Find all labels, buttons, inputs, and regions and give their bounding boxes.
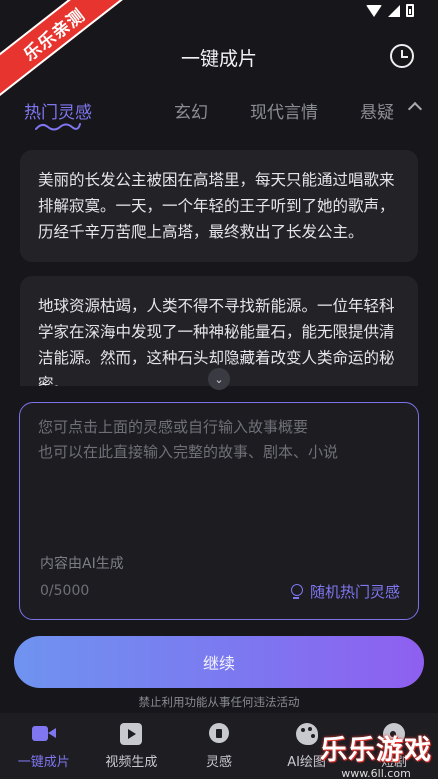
site-watermark: 乐乐游戏 www.6ll.com — [320, 728, 432, 779]
tab-suspense[interactable]: 悬疑 — [360, 98, 394, 123]
expand-down-icon[interactable]: ⌄ — [208, 368, 230, 390]
cellular-signal-icon — [388, 4, 400, 17]
story-input[interactable] — [38, 415, 404, 545]
lightbulb-icon — [288, 583, 304, 601]
random-inspiration-label: 随机热门灵感 — [309, 583, 400, 601]
nav-item-inspiration[interactable]: 灵感 — [175, 713, 263, 779]
tab-hot-inspiration[interactable]: 热门灵感 — [24, 98, 92, 131]
nav-label: 灵感 — [205, 755, 232, 770]
category-tabs: 热门灵感 玄幻 现代言情 悬疑 — [24, 98, 424, 138]
site-watermark-url: www.6ll.com — [341, 767, 411, 779]
tab-label: 现代言情 — [250, 103, 318, 123]
random-inspiration-button[interactable]: 随机热门灵感 — [288, 581, 400, 602]
tab-label: 玄幻 — [174, 103, 208, 123]
page-title: 一键成片 — [180, 48, 257, 70]
nav-item-video-generation[interactable]: 视频生成 — [88, 713, 176, 779]
history-clock-icon[interactable] — [390, 44, 414, 68]
palette-icon — [295, 723, 319, 745]
battery-icon — [406, 4, 414, 17]
nav-label: 视频生成 — [105, 755, 158, 770]
continue-button[interactable]: 继续 — [14, 636, 424, 688]
active-tab-indicator — [35, 123, 81, 131]
inspiration-list: 美丽的长发公主被困在高塔里，每天只能通过唱歌来排解寂寞。一天，一个年轻的王子听到… — [20, 150, 418, 386]
tab-label: 悬疑 — [360, 103, 394, 123]
character-counter: 0/5000 — [40, 583, 90, 599]
nav-item-one-click-video[interactable]: 一键成片 — [0, 713, 88, 779]
nav-label: 一键成片 — [17, 755, 70, 770]
play-box-icon — [119, 723, 143, 745]
ai-generated-note: 内容由AI生成 — [40, 556, 124, 572]
tab-modern-romance[interactable]: 现代言情 — [250, 98, 318, 123]
story-input-panel: 内容由AI生成 0/5000 随机热门灵感 — [19, 402, 419, 620]
wifi-icon — [366, 4, 382, 17]
tab-fantasy[interactable]: 玄幻 — [174, 98, 208, 123]
lightbulb-icon — [207, 723, 231, 745]
disclaimer-text: 禁止利用功能从事任何违法活动 — [138, 695, 300, 709]
inspiration-card[interactable]: 美丽的长发公主被困在高塔里，每天只能通过唱歌来排解寂寞。一天，一个年轻的王子听到… — [20, 150, 418, 262]
chevron-up-icon[interactable] — [407, 101, 423, 117]
site-watermark-name: 乐乐游戏 — [320, 735, 432, 766]
video-camera-icon — [31, 723, 56, 745]
